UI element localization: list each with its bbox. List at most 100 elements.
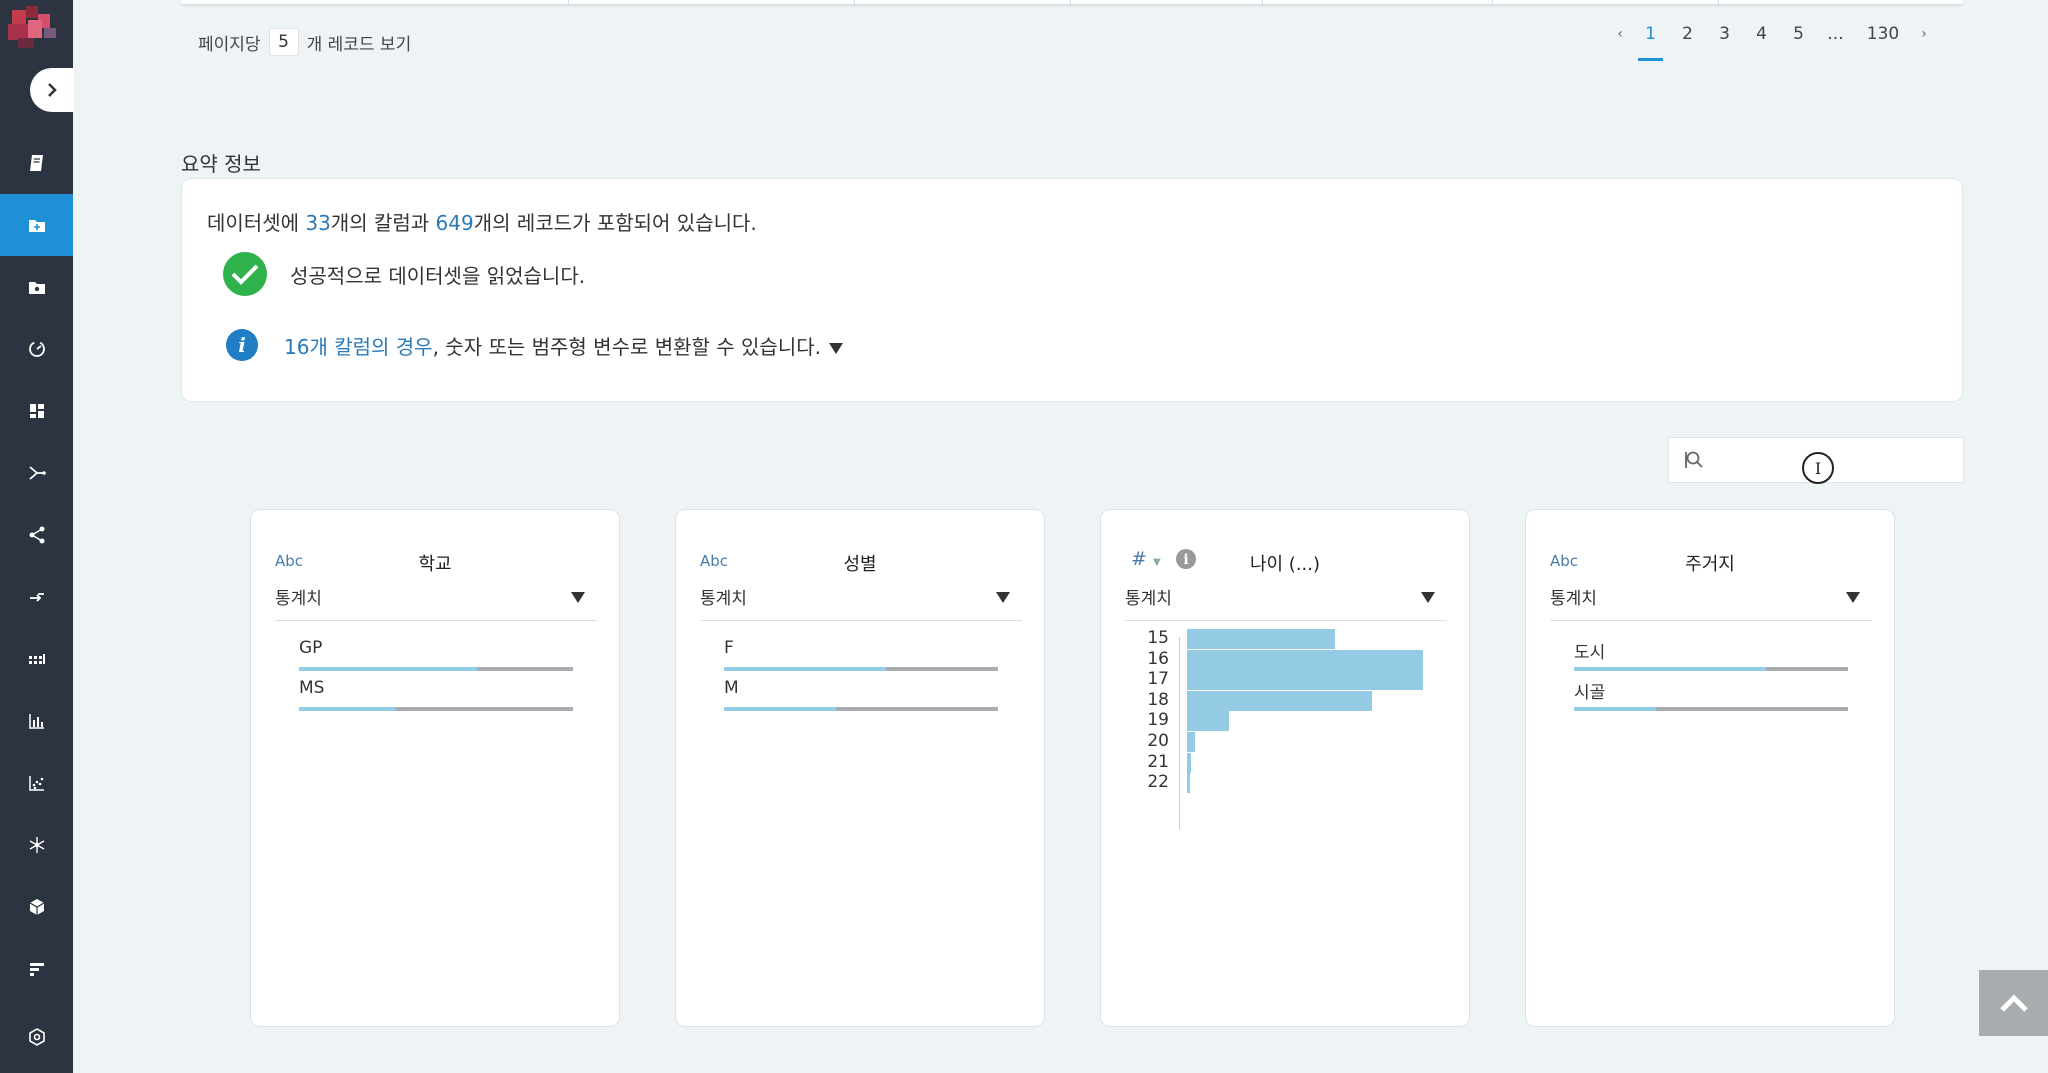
success-message: 성공적으로 데이터셋을 읽었습니다. <box>290 263 586 288</box>
column-title: 주거지 <box>1685 554 1735 575</box>
sidebar-item-grid[interactable] <box>0 628 73 690</box>
folder-icon <box>28 282 45 294</box>
gauge-icon <box>28 341 45 357</box>
bars-horizontal-icon <box>29 963 44 976</box>
column-title: 나이 (...) <box>1249 554 1321 575</box>
histogram-bar[interactable] <box>1187 732 1195 752</box>
info-icon: i <box>226 329 258 361</box>
column-card-gender[interactable]: Abc 성별 통계치 F M <box>675 509 1045 1027</box>
category-bar-fill <box>1574 707 1657 711</box>
grid-icon <box>28 654 45 664</box>
page-button-1[interactable]: 1 <box>1632 24 1669 61</box>
sidebar-item-cluster[interactable] <box>0 814 73 876</box>
histogram-tick-label: 17 <box>1147 669 1169 690</box>
category-row[interactable]: M <box>724 678 998 711</box>
histogram-bar[interactable] <box>1187 752 1191 773</box>
sidebar-item-dashboard[interactable] <box>0 380 73 442</box>
arrows-icon <box>29 593 44 602</box>
pagination: ‹ 1 2 3 4 5 ... 130 › <box>1608 24 1936 61</box>
hexagon-settings-icon <box>28 1028 45 1046</box>
records-per-page: 페이지당 5 개 레코드 보기 <box>198 28 411 56</box>
category-row[interactable]: F <box>724 638 998 671</box>
page-button-4[interactable]: 4 <box>1743 24 1780 44</box>
sidebar-item-model[interactable] <box>0 876 73 938</box>
histogram-tick-label: 21 <box>1147 751 1169 772</box>
flow-icon <box>28 466 46 480</box>
chevron-right-icon <box>48 83 57 97</box>
success-message-row: 성공적으로 데이터셋을 읽었습니다. <box>222 251 585 297</box>
scatter-chart-icon <box>28 776 44 791</box>
histogram-tick-label: 20 <box>1147 731 1169 751</box>
category-bar <box>1574 667 1848 671</box>
column-count: 33 <box>305 211 331 235</box>
category-row[interactable]: GP <box>299 638 573 671</box>
sidebar-item-data-import[interactable] <box>0 194 73 256</box>
share-icon <box>29 526 44 544</box>
statistic-select[interactable]: 통계치 <box>275 584 597 621</box>
convertible-columns-link[interactable]: 16개 칼럼의 경우 <box>284 335 433 359</box>
sidebar-item-transform[interactable] <box>0 566 73 628</box>
histogram-bar[interactable] <box>1187 670 1423 691</box>
statistic-select[interactable]: 통계치 <box>700 584 1022 621</box>
histogram-bar[interactable] <box>1187 711 1230 732</box>
info-message-row: i 16개 칼럼의 경우, 숫자 또는 범주형 변수로 변환할 수 있습니다. <box>226 329 843 361</box>
category-bar-fill <box>1574 667 1766 671</box>
column-card-residence[interactable]: Abc 주거지 통계치 도시 시골 <box>1525 509 1895 1027</box>
book-icon <box>29 155 43 171</box>
category-bar <box>299 667 573 671</box>
page-button-2[interactable]: 2 <box>1669 24 1706 44</box>
dropdown-caret-icon <box>1846 592 1860 603</box>
sidebar-item-flow[interactable] <box>0 442 73 504</box>
next-page-button[interactable]: › <box>1912 26 1936 42</box>
app-logo[interactable] <box>8 6 62 52</box>
check-circle-icon <box>223 252 267 296</box>
dataset-summary-text: 데이터셋에 33개의 칼럼과 649개의 레코드가 포함되어 있습니다. <box>207 211 757 235</box>
statistic-select[interactable]: 통계치 <box>1125 584 1447 621</box>
page-button-last[interactable]: 130 <box>1854 24 1912 44</box>
summary-section-title: 요약 정보 <box>181 152 261 176</box>
category-row[interactable]: 도시 <box>1574 638 1848 671</box>
column-title: 성별 <box>843 554 877 575</box>
page-ellipsis: ... <box>1827 24 1844 44</box>
scroll-to-top-button[interactable] <box>1979 970 2048 1036</box>
column-card-school[interactable]: Abc 학교 통계치 GP MS <box>250 509 620 1027</box>
sidebar-item-folder[interactable] <box>0 256 73 318</box>
statistic-select[interactable]: 통계치 <box>1550 584 1872 621</box>
column-card-age[interactable]: # ▼ i 나이 (...) 통계치 15 16 17 18 19 20 21 22 <box>1100 509 1470 1027</box>
category-row[interactable]: MS <box>299 678 573 711</box>
page-button-5[interactable]: 5 <box>1780 24 1817 44</box>
histogram-bar[interactable] <box>1187 690 1372 711</box>
category-bar <box>299 707 573 711</box>
category-bar-fill <box>724 707 837 711</box>
sidebar-toggle-button[interactable] <box>30 68 74 112</box>
sidebar-item-share[interactable] <box>0 504 73 566</box>
expand-caret-icon[interactable] <box>829 342 843 354</box>
info-text: , 숫자 또는 범주형 변수로 변환할 수 있습니다. <box>432 334 821 359</box>
category-bar <box>724 667 998 671</box>
histogram-bar[interactable] <box>1187 773 1190 794</box>
page-button-3[interactable]: 3 <box>1706 24 1743 44</box>
per-page-suffix: 개 레코드 보기 <box>306 34 412 55</box>
histogram-tick-label: 18 <box>1147 689 1169 710</box>
records-table-bottom <box>182 0 1962 5</box>
histogram-tick-label: 19 <box>1147 710 1169 731</box>
text-cursor-icon: I <box>1802 452 1834 484</box>
histogram-tick-label: 22 <box>1147 772 1169 793</box>
folder-add-icon <box>28 220 45 232</box>
sidebar-item-bar-chart[interactable] <box>0 690 73 752</box>
dropdown-caret-icon <box>571 592 585 603</box>
per-page-select[interactable]: 5 <box>268 28 299 56</box>
sidebar-item-report[interactable] <box>0 938 73 1000</box>
histogram-bar[interactable] <box>1187 649 1423 670</box>
histogram-bar[interactable] <box>1187 629 1335 649</box>
sidebar-item-docs[interactable] <box>0 132 73 194</box>
sidebar-item-analysis[interactable] <box>0 318 73 380</box>
column-title: 학교 <box>418 554 452 575</box>
category-row[interactable]: 시골 <box>1574 678 1848 711</box>
prev-page-button[interactable]: ‹ <box>1608 26 1632 42</box>
sidebar-item-scatter[interactable] <box>0 752 73 814</box>
cube-icon <box>29 899 44 915</box>
histogram-tick-label: 16 <box>1147 648 1169 669</box>
sidebar-item-settings[interactable] <box>0 1006 73 1068</box>
summary-panel: 데이터셋에 33개의 칼럼과 649개의 레코드가 포함되어 있습니다. 성공적… <box>181 178 1963 402</box>
